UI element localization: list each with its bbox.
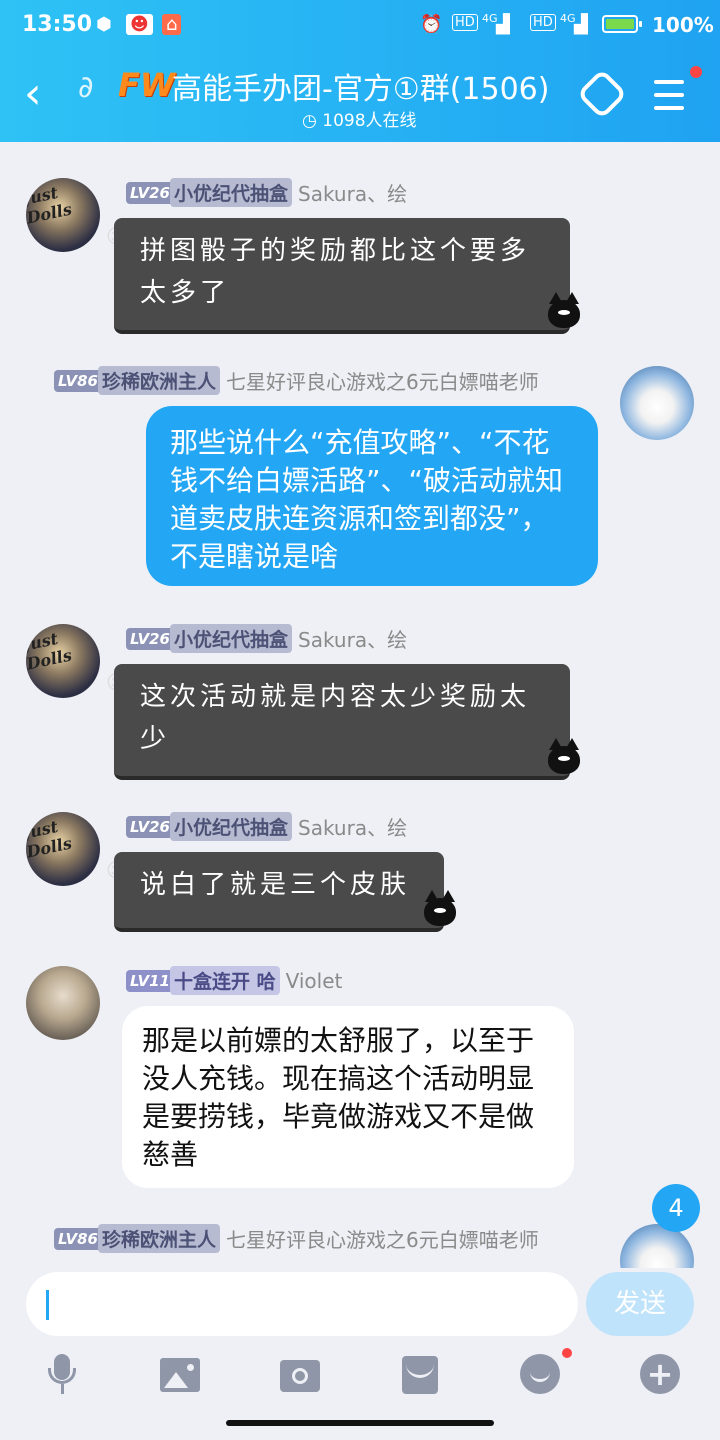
hd-icon: HD: [452, 14, 478, 31]
level-badge: LV86: [54, 1227, 102, 1250]
hd-icon-2: HD: [530, 14, 556, 31]
message-bubble[interactable]: 这次活动就是内容太少奖励太少: [114, 664, 570, 780]
text-cursor: [46, 1290, 49, 1320]
message-bubble[interactable]: 说白了就是三个皮肤: [114, 852, 444, 932]
battery-icon: [602, 15, 642, 33]
battery-percent: 100%: [652, 13, 714, 37]
message-text: 拼图骰子的奖励都比这个要多太多了: [140, 236, 531, 308]
cat-decoration-icon: [548, 292, 580, 328]
title-tag: 珍稀欧洲主人: [97, 1224, 220, 1253]
send-button[interactable]: 发送: [586, 1272, 694, 1336]
ear-mode-icon[interactable]: ∂: [78, 70, 94, 105]
message-input[interactable]: [26, 1272, 578, 1336]
back-icon[interactable]: ‹: [24, 72, 42, 116]
chat-area[interactable]: Just Dolls LV26小优纪代抽盒Sakura、绘 ☺ 拼图骰子的奖励都…: [0, 142, 720, 1268]
avatar-label: Just Dolls: [26, 628, 74, 674]
sender-name[interactable]: Sakura、绘: [298, 628, 407, 652]
avatar[interactable]: Just Dolls: [26, 624, 100, 698]
input-bar: 发送 +: [0, 1268, 720, 1440]
cat-decoration-icon: [424, 890, 456, 926]
sender-name[interactable]: Violet: [286, 969, 343, 993]
online-count[interactable]: ◷ 1098人在线: [302, 106, 417, 131]
avatar-label: Just Dolls: [26, 182, 74, 228]
menu-icon[interactable]: [654, 80, 684, 110]
emoji-notification-dot: [562, 1348, 572, 1358]
avatar-label: Just Dolls: [26, 816, 74, 862]
avatar[interactable]: [26, 966, 100, 1040]
message-text: 这次活动就是内容太少奖励太少: [140, 682, 531, 754]
shopping-notification-icon: ⌂: [162, 14, 182, 35]
title-tag: 小优纪代抽盒: [169, 624, 292, 653]
shield-icon: ⬢: [96, 14, 112, 35]
menu-notification-dot: [690, 66, 702, 78]
avatar[interactable]: Just Dolls: [26, 178, 100, 252]
home-indicator[interactable]: [226, 1420, 494, 1426]
title-tag: 珍稀欧洲主人: [97, 366, 220, 395]
level-badge: LV26: [126, 815, 174, 838]
message-bubble[interactable]: 那些说什么“充值攻略”、“不花钱不给白嫖活路”、“破活动就知道卖皮肤连资源和签到…: [146, 406, 598, 586]
sender-line: LV26 小优纪代抽盒 Sakura、绘: [126, 624, 407, 653]
message-text: 那些说什么“充值攻略”、“不花钱不给白嫖活路”、“破活动就知道卖皮肤连资源和签到…: [170, 426, 564, 573]
online-count-text: 1098人在线: [322, 111, 417, 131]
alarm-icon: ⏰: [420, 14, 443, 35]
sender-name[interactable]: Sakura、绘: [298, 816, 407, 840]
message-text: 那是以前嫖的太舒服了，以至于没人充钱。现在搞这个活动明显是要捞钱，毕竟做游戏又不…: [142, 1024, 535, 1171]
message-bubble[interactable]: 那是以前嫖的太舒服了，以至于没人充钱。现在搞这个活动明显是要捞钱，毕竟做游戏又不…: [122, 1006, 574, 1188]
camera-icon[interactable]: [280, 1360, 320, 1392]
unread-count-badge[interactable]: 4: [652, 1184, 700, 1232]
level-badge: LV26: [126, 627, 174, 650]
status-time: 13:50: [22, 12, 93, 37]
level-badge: LV11: [126, 969, 174, 992]
sender-name[interactable]: 七星好评良心游戏之6元白嫖喵老师: [226, 370, 539, 394]
signal-icon: ▟: [496, 14, 510, 35]
cat-decoration-icon: [548, 738, 580, 774]
avatar[interactable]: [620, 366, 694, 440]
app-notification-icon: ☻: [126, 14, 153, 35]
image-icon[interactable]: [160, 1358, 200, 1392]
title-tag: 十盒连开 哈: [169, 966, 280, 995]
sender-name[interactable]: 七星好评良心游戏之6元白嫖喵老师: [226, 1228, 539, 1252]
message-text: 说白了就是三个皮肤: [140, 870, 411, 900]
sender-line: LV11 十盒连开 哈 Violet: [126, 966, 342, 995]
level-badge: LV26: [126, 181, 174, 204]
status-bar: 13:50 ⬢ ☻ ⌂ ⏰ HD 4G ▟ HD 4G ▟ 100%: [0, 0, 720, 52]
title-tag: 小优纪代抽盒: [169, 178, 292, 207]
sender-name[interactable]: Sakura、绘: [298, 182, 407, 206]
red-packet-icon[interactable]: [402, 1356, 438, 1394]
group-logo: FW: [118, 66, 176, 104]
sender-line: LV26 小优纪代抽盒 Sakura、绘: [126, 812, 407, 841]
plus-icon[interactable]: +: [640, 1354, 680, 1394]
chat-header: 13:50 ⬢ ☻ ⌂ ⏰ HD 4G ▟ HD 4G ▟ 100% ‹ ∂ F…: [0, 0, 720, 142]
sender-line: LV86 珍稀欧洲主人 七星好评良心游戏之6元白嫖喵老师: [54, 366, 539, 395]
message-bubble[interactable]: 拼图骰子的奖励都比这个要多太多了: [114, 218, 570, 334]
sender-line: LV86 珍稀欧洲主人 七星好评良心游戏之6元白嫖喵老师: [54, 1224, 539, 1253]
signal-icon-2: ▟: [574, 14, 588, 35]
microphone-icon[interactable]: [42, 1354, 82, 1394]
group-title[interactable]: 高能手办团-官方①群(1506): [172, 64, 549, 108]
title-tag: 小优纪代抽盒: [169, 812, 292, 841]
share-icon[interactable]: [576, 68, 628, 120]
avatar[interactable]: Just Dolls: [26, 812, 100, 886]
emoji-icon[interactable]: [520, 1354, 560, 1394]
sender-line: LV26 小优纪代抽盒 Sakura、绘: [126, 178, 407, 207]
level-badge: LV86: [54, 369, 102, 392]
